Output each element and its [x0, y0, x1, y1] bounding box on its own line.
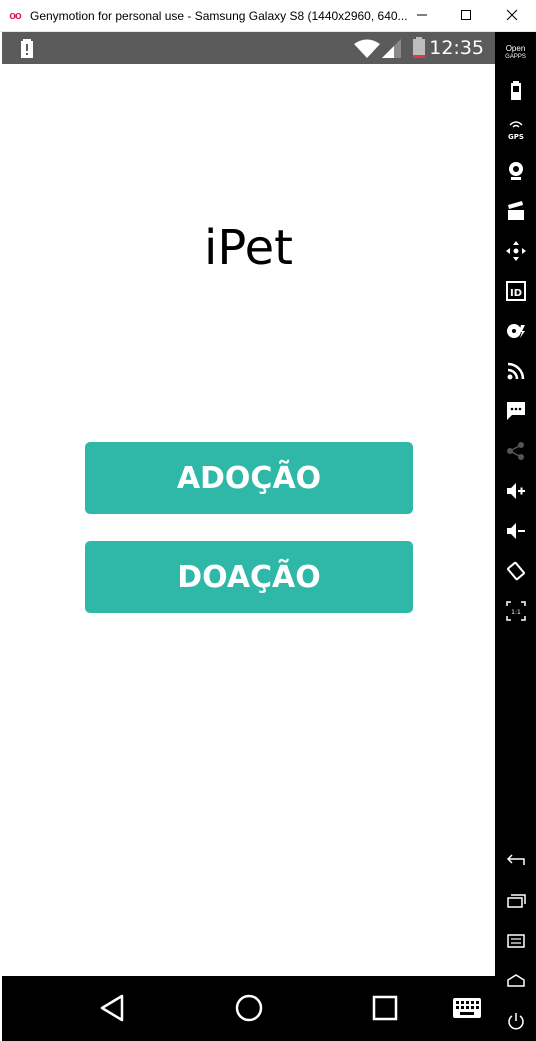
power-tool-button[interactable] [500, 1006, 531, 1036]
volume-up-icon [506, 483, 525, 499]
disk-io-tool-button[interactable] [500, 316, 531, 346]
webcam-icon [508, 162, 523, 180]
power-icon [507, 1013, 524, 1030]
genymotion-logo-icon: oo [9, 9, 21, 22]
personal-use-watermark: free for personal use [2, 1004, 495, 1041]
share-tool-button[interactable] [500, 436, 531, 466]
svg-text:GPS: GPS [508, 133, 524, 141]
dpad-icon [505, 241, 526, 261]
home-tool-button[interactable] [500, 966, 531, 996]
doacao-button[interactable]: DOAÇÃO [85, 541, 413, 613]
sms-tool-button[interactable] [500, 396, 531, 426]
adocao-button[interactable]: ADOÇÃO [85, 442, 413, 514]
house-icon [506, 974, 525, 987]
close-button[interactable] [490, 0, 534, 30]
notification-alert-icon [21, 39, 33, 58]
share-icon [506, 442, 524, 460]
status-time: 12:35 [429, 37, 484, 59]
battery-low-icon [413, 37, 425, 58]
device-id-icon: ID [505, 281, 526, 301]
device-id-tool-button[interactable]: ID [500, 276, 531, 306]
minimize-button[interactable] [400, 0, 444, 30]
volume-down-icon [506, 523, 525, 539]
camera-tool-button[interactable] [500, 156, 531, 186]
recent-apps-icon [506, 894, 526, 908]
window-title: Genymotion for personal use - Samsung Ga… [30, 8, 408, 23]
maximize-button[interactable] [444, 0, 488, 30]
window-titlebar: oo Genymotion for personal use - Samsung… [0, 0, 536, 32]
back-tool-button[interactable] [500, 846, 531, 876]
gps-icon: GPS [508, 121, 524, 141]
pixel-perfect-button[interactable]: 1:1 [500, 596, 531, 626]
gps-tool-button[interactable]: GPS [500, 115, 531, 145]
message-icon [506, 402, 525, 420]
app-title: iPet [204, 220, 293, 276]
open-gapps-icon: Open GAPPS [505, 44, 526, 61]
capture-tool-button[interactable] [500, 196, 531, 226]
menu-tool-button[interactable] [500, 926, 531, 956]
svg-text:ID: ID [509, 288, 521, 299]
back-arrow-icon [506, 854, 525, 865]
genymotion-window: oo Genymotion for personal use - Samsung… [0, 0, 536, 1041]
recent-apps-tool-button[interactable] [500, 886, 531, 916]
menu-icon [506, 934, 525, 948]
volume-down-button[interactable] [500, 516, 531, 546]
close-icon [506, 9, 518, 21]
wifi-icon [354, 39, 380, 58]
network-tool-button[interactable] [500, 356, 531, 386]
clapperboard-icon [507, 201, 524, 220]
genymotion-toolbar: Open GAPPS GPS ID 1:1 [495, 32, 536, 1041]
device-screen: 12:35 iPet ADOÇÃO DOAÇÃO [2, 32, 495, 1041]
minimize-icon [417, 14, 427, 16]
volume-up-button[interactable] [500, 476, 531, 506]
battery-icon [510, 81, 521, 100]
rss-icon [507, 362, 524, 380]
dpad-tool-button[interactable] [500, 236, 531, 266]
rotate-icon [506, 561, 525, 581]
battery-tool-button[interactable] [500, 76, 531, 106]
disk-io-icon [506, 324, 525, 338]
open-gapps-button[interactable]: Open GAPPS [500, 36, 531, 70]
cell-signal-icon [382, 39, 401, 58]
rotate-button[interactable] [500, 556, 531, 586]
svg-text:1:1: 1:1 [511, 609, 521, 616]
maximize-icon [461, 10, 471, 20]
pixel-perfect-icon: 1:1 [505, 601, 526, 621]
android-status-bar: 12:35 [2, 32, 495, 64]
